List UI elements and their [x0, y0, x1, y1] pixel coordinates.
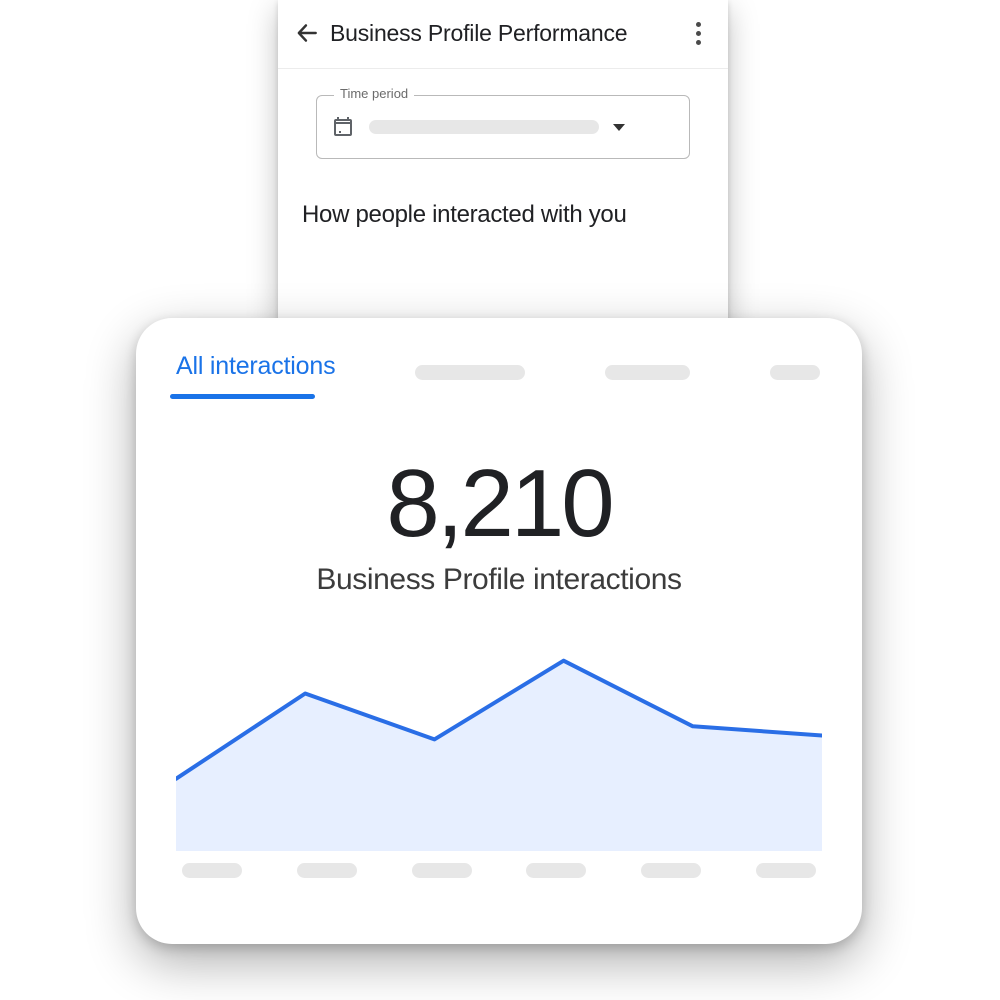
- calendar-icon: [331, 115, 355, 139]
- tab-placeholder[interactable]: [415, 365, 525, 380]
- time-period-label: Time period: [334, 86, 414, 101]
- tab-label: All interactions: [176, 352, 335, 380]
- x-axis-placeholders: [176, 863, 822, 878]
- interactions-card: All interactions 8,210 Business Profile …: [136, 318, 862, 944]
- axis-tick-placeholder: [526, 863, 586, 878]
- tab-placeholder[interactable]: [605, 365, 690, 380]
- tab-all-interactions[interactable]: All interactions: [176, 352, 335, 393]
- time-period-value-placeholder: [369, 120, 599, 134]
- axis-tick-placeholder: [297, 863, 357, 878]
- back-arrow-icon[interactable]: [292, 18, 322, 48]
- interactions-chart: [176, 641, 822, 851]
- axis-tick-placeholder: [756, 863, 816, 878]
- section-heading: How people interacted with you: [302, 201, 704, 229]
- tab-active-indicator: [170, 394, 315, 399]
- axis-tick-placeholder: [641, 863, 701, 878]
- phone-header: Business Profile Performance: [278, 0, 728, 69]
- axis-tick-placeholder: [182, 863, 242, 878]
- tabs-row: All interactions: [176, 352, 822, 393]
- page-title: Business Profile Performance: [330, 20, 686, 47]
- axis-tick-placeholder: [412, 863, 472, 878]
- chevron-down-icon: [613, 124, 625, 131]
- kpi-value: 8,210: [176, 449, 822, 559]
- time-period-field[interactable]: Time period: [316, 95, 690, 159]
- more-menu-icon[interactable]: [686, 18, 710, 48]
- kpi-block: 8,210 Business Profile interactions: [176, 449, 822, 597]
- tab-placeholder[interactable]: [770, 365, 820, 380]
- kpi-label: Business Profile interactions: [176, 563, 822, 597]
